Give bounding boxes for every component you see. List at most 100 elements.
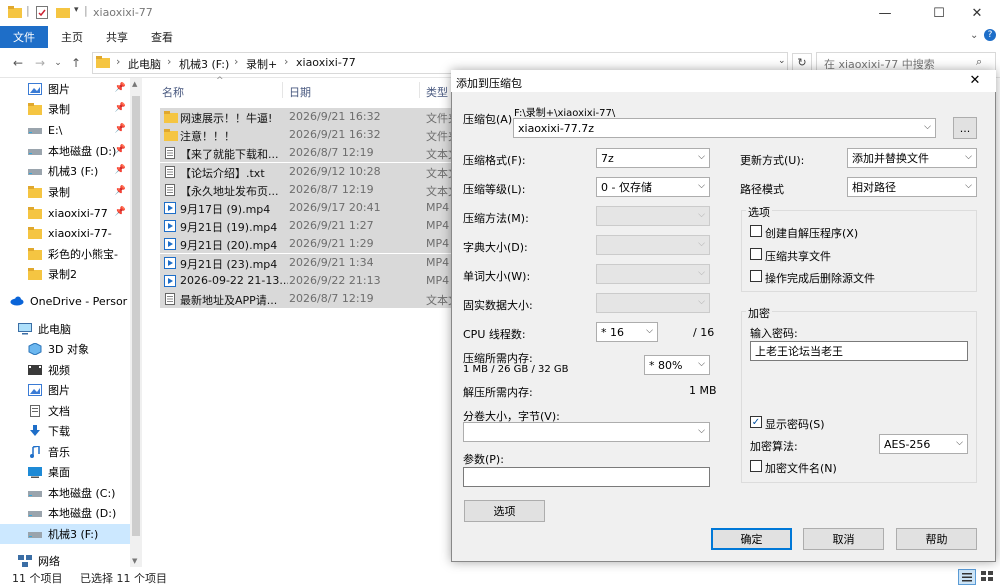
sidebar-item[interactable]: 桌面 — [0, 462, 142, 482]
sidebar-item[interactable]: 文档 — [0, 401, 142, 421]
path-mode-select[interactable]: 相对路径 ⌵ — [847, 177, 977, 197]
encryption-method-select[interactable]: AES-256 ⌵ — [879, 434, 968, 454]
tab-share[interactable]: 共享 — [106, 29, 128, 45]
file-row[interactable]: 最新地址及APP请... 2026/8/7 12:19 文本文 — [160, 290, 452, 308]
sidebar-scrollbar-thumb[interactable] — [132, 96, 140, 536]
help-button[interactable]: 帮助 — [896, 528, 977, 550]
sidebar-item[interactable]: 图片 — [0, 380, 142, 400]
drive-icon — [28, 165, 42, 177]
music-icon — [28, 446, 42, 458]
sidebar-item[interactable]: 视频 — [0, 360, 142, 380]
sidebar-item[interactable]: xiaoxixi-77 📌 — [0, 203, 142, 223]
update-mode-select[interactable]: 添加并替换文件 ⌵ — [847, 148, 977, 168]
sidebar-item[interactable]: 图片 📌 — [0, 79, 142, 99]
sidebar-item[interactable]: 此电脑 — [0, 319, 142, 339]
params-input[interactable] — [463, 467, 710, 487]
file-row[interactable]: 【论坛介绍】.txt 2026/9/12 10:28 文本文 — [160, 162, 452, 181]
split-size-combo[interactable]: ⌵ — [463, 422, 710, 442]
sfx-checkbox[interactable] — [750, 225, 762, 237]
sidebar-item[interactable]: 本地磁盘 (D:) 📌 — [0, 141, 142, 161]
close-button[interactable]: ✕ — [954, 0, 1000, 26]
column-divider[interactable] — [419, 82, 420, 98]
archive-label: 压缩包(A) — [463, 113, 513, 126]
file-row[interactable]: 注意！！！ 2026/9/21 16:32 文件夹 — [160, 126, 452, 145]
ok-button[interactable]: 确定 — [711, 528, 792, 550]
forward-arrow-icon[interactable]: → — [32, 55, 48, 71]
tab-file[interactable]: 文件 — [0, 26, 48, 48]
tab-home[interactable]: 主页 — [61, 29, 83, 45]
file-date: 2026/9/21 16:32 — [289, 128, 381, 142]
chevron-down-icon: ⌵ — [698, 239, 705, 249]
method-select[interactable]: ⌵ — [596, 206, 710, 226]
browse-button[interactable]: ... — [953, 117, 977, 139]
sidebar-item[interactable]: 音乐 — [0, 442, 142, 462]
new-folder-icon[interactable] — [56, 6, 70, 18]
file-row[interactable]: 2026-09-22 21-13... 2026/9/22 21:13 MP4 — [160, 271, 452, 290]
word-select[interactable]: ⌵ — [596, 264, 710, 284]
sidebar-item[interactable]: 录制2 — [0, 264, 142, 284]
column-header-name[interactable]: 名称 — [162, 84, 184, 100]
file-row[interactable]: 9月21日 (23).mp4 2026/9/21 1:34 MP4 — [160, 253, 452, 272]
sidebar-item[interactable]: 本地磁盘 (D:) — [0, 503, 142, 523]
breadcrumb-drive[interactable]: 机械3 (F:) — [179, 56, 229, 72]
file-name: 注意！！！ — [180, 130, 235, 144]
column-header-date[interactable]: 日期 — [289, 84, 311, 100]
file-row[interactable]: 网速展示！！牛逼! 2026/9/21 16:32 文件夹 — [160, 108, 452, 126]
show-password-checkbox[interactable]: ✓ — [750, 416, 762, 428]
solid-select[interactable]: ⌵ — [596, 293, 710, 313]
password-input[interactable]: 上老王论坛当老王 — [750, 341, 968, 361]
back-arrow-icon[interactable]: ← — [10, 55, 26, 71]
large-icons-view-icon[interactable] — [979, 569, 997, 585]
recent-locations-icon[interactable]: ⌄ — [50, 55, 66, 71]
sidebar-item[interactable]: 机械3 (F:) 📌 — [0, 161, 142, 181]
params-label: 参数(P): — [463, 453, 504, 466]
address-dropdown-icon[interactable]: ⌄ — [778, 56, 786, 66]
column-divider[interactable] — [282, 82, 283, 98]
sidebar-item[interactable]: 本地磁盘 (C:) — [0, 483, 142, 503]
delete-source-checkbox[interactable] — [750, 270, 762, 282]
help-icon[interactable]: ? — [984, 29, 996, 41]
file-row[interactable]: 【来了就能下载和... 2026/8/7 12:19 文本文 — [160, 144, 452, 163]
customize-toolbar-icon[interactable]: ▾ — [74, 5, 79, 15]
mem-detail: 1 MB / 26 GB / 32 GB — [463, 364, 569, 375]
dialog-close-icon[interactable]: ✕ — [965, 73, 985, 91]
file-row[interactable]: 9月21日 (20).mp4 2026/9/21 1:29 MP4 — [160, 235, 452, 254]
scroll-up-icon[interactable]: ▲ — [132, 80, 137, 88]
cancel-button[interactable]: 取消 — [803, 528, 884, 550]
breadcrumb-folder[interactable]: 录制+ — [246, 56, 277, 72]
level-select[interactable]: 0 - 仅存储 ⌵ — [596, 177, 710, 197]
file-row[interactable]: 9月21日 (19).mp4 2026/9/21 1:27 MP4 — [160, 217, 452, 236]
sidebar-item[interactable]: 机械3 (F:) — [0, 524, 142, 544]
file-row[interactable]: 9月17日 (9).mp4 2026/9/17 20:41 MP4 — [160, 199, 452, 217]
up-arrow-icon[interactable]: ↑ — [68, 55, 84, 71]
format-select[interactable]: 7z ⌵ — [596, 148, 710, 168]
properties-icon[interactable] — [36, 6, 48, 19]
sidebar-item[interactable]: 下载 — [0, 421, 142, 441]
sidebar-item[interactable]: OneDrive - Persor — [0, 291, 142, 311]
sidebar-item[interactable]: E:\ 📌 — [0, 120, 142, 140]
encrypt-names-checkbox[interactable] — [750, 460, 762, 472]
threads-select[interactable]: * 16 ⌵ — [596, 322, 658, 342]
tab-view[interactable]: 查看 — [151, 29, 173, 45]
breadcrumb-this-pc[interactable]: 此电脑 — [128, 56, 161, 72]
minimize-button[interactable]: — — [862, 0, 908, 26]
column-header-type[interactable]: 类型 — [426, 84, 448, 100]
breadcrumb-current[interactable]: xiaoxixi-77 — [296, 56, 356, 69]
sidebar-item[interactable]: 3D 对象 — [0, 339, 142, 359]
sidebar-item[interactable]: 录制 📌 — [0, 99, 142, 119]
search-icon[interactable]: ⌕ — [976, 55, 982, 69]
sidebar-item-label: 此电脑 — [38, 323, 71, 336]
toolbar-separator: | — [26, 4, 30, 17]
scroll-down-icon[interactable]: ▼ — [132, 557, 137, 565]
archive-name-combo[interactable]: xiaoxixi-77.7z ⌵ — [513, 118, 936, 138]
expand-ribbon-icon[interactable]: ⌄ — [970, 30, 978, 41]
shared-checkbox[interactable] — [750, 248, 762, 260]
sidebar-item[interactable]: xiaoxixi-77- — [0, 223, 142, 243]
dict-select[interactable]: ⌵ — [596, 235, 710, 255]
file-row[interactable]: 【永久地址发布页... 2026/8/7 12:19 文本文 — [160, 180, 452, 199]
sidebar-item[interactable]: 录制 📌 — [0, 182, 142, 202]
options-button[interactable]: 选项 — [464, 500, 545, 522]
sidebar-item[interactable]: 彩色的小熊宝- — [0, 244, 142, 264]
memory-usage-select[interactable]: * 80% ⌵ — [644, 355, 710, 375]
details-view-icon[interactable] — [958, 569, 976, 585]
